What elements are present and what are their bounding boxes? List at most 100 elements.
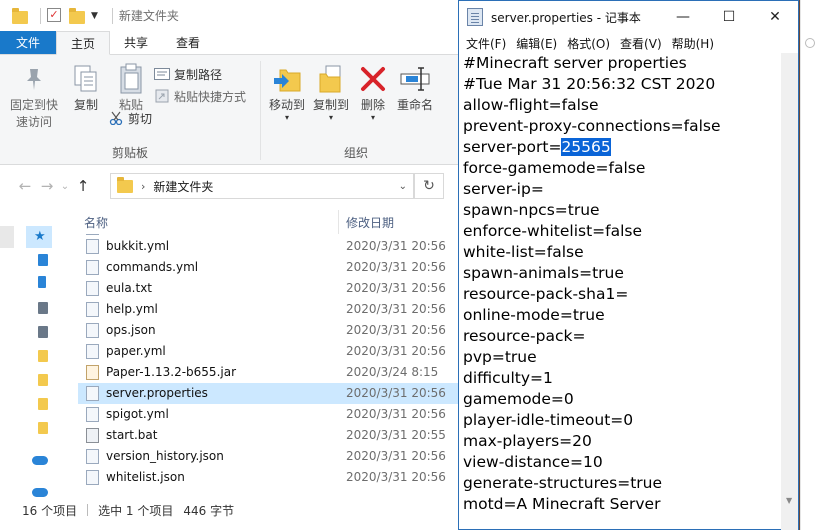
breadcrumb-folder[interactable]: 新建文件夹 xyxy=(153,178,213,195)
onedrive-icon[interactable] xyxy=(32,456,48,465)
file-name: paper.yml xyxy=(106,344,166,358)
column-divider[interactable] xyxy=(338,210,339,234)
file-row[interactable]: paper.yml 2020/3/31 20:56 xyxy=(78,341,460,362)
text-line: motd=A Minecraft Server xyxy=(463,495,661,513)
file-row[interactable]: bukkit.yml 2020/3/31 20:56 xyxy=(78,236,460,257)
text-line: generate-structures=true xyxy=(463,474,663,492)
help-icon[interactable] xyxy=(805,38,815,48)
desktop-icon[interactable] xyxy=(38,254,48,266)
column-name[interactable]: 名称 xyxy=(84,214,108,231)
address-bar[interactable]: › 新建文件夹 ⌄ xyxy=(110,173,414,199)
tab-home[interactable]: 主页 xyxy=(56,31,111,55)
explorer-window: ✓ ▼ 新建文件夹 文件 主页 共享 查看 固定到快 速访问 复制 粘贴 复制路… xyxy=(0,0,460,530)
close-button[interactable]: ✕ xyxy=(752,1,798,33)
refresh-button[interactable]: ↻ xyxy=(414,173,444,199)
text-line: white-list=false xyxy=(463,243,584,261)
text-line: view-distance=10 xyxy=(463,453,603,471)
close-icon: ✕ xyxy=(769,9,781,25)
text-line: #Minecraft server properties xyxy=(463,54,687,72)
properties-icon[interactable]: ✓ xyxy=(47,7,63,24)
minimize-icon: — xyxy=(676,9,690,25)
quick-access-nav-item[interactable]: ★ xyxy=(26,226,52,248)
notepad-scrollbar[interactable]: ▼ xyxy=(781,53,798,530)
text-line: gamemode=0 xyxy=(463,390,574,408)
window-controls: — ☐ ✕ xyxy=(660,1,798,33)
file-row[interactable]: server.properties 2020/3/31 20:56 xyxy=(78,383,460,404)
forward-arrow-icon[interactable]: → xyxy=(36,177,58,195)
onedrive-icon[interactable] xyxy=(32,488,48,497)
file-row[interactable]: ops.json 2020/3/31 20:56 xyxy=(78,320,460,341)
selected-text[interactable]: 25565 xyxy=(561,138,611,156)
file-row[interactable]: Paper-1.13.2-b655.jar 2020/3/24 8:15 xyxy=(78,362,460,383)
quick-access-dropdown-icon[interactable]: ▼ xyxy=(91,11,98,21)
copy-path-icon xyxy=(154,67,170,81)
file-row[interactable]: eula.txt 2020/3/31 20:56 xyxy=(78,278,460,299)
explorer-titlebar: ✓ ▼ 新建文件夹 xyxy=(0,0,460,31)
paste-shortcut-button[interactable]: 粘贴快捷方式 xyxy=(154,85,246,107)
file-name: server.properties xyxy=(106,386,208,400)
nav-scrollbar[interactable] xyxy=(0,226,14,248)
downloads-icon[interactable] xyxy=(38,276,46,288)
scroll-down-icon[interactable]: ▼ xyxy=(786,496,792,505)
cut-label: 剪切 xyxy=(128,111,153,126)
text-line: pvp=true xyxy=(463,348,537,366)
menu-view[interactable]: 查看(V) xyxy=(615,35,667,52)
file-row[interactable]: commands.yml 2020/3/31 20:56 xyxy=(78,257,460,278)
recent-dropdown-icon[interactable]: ⌄ xyxy=(58,181,72,192)
delete-label: 删除 xyxy=(360,98,385,112)
file-row[interactable]: help.yml 2020/3/31 20:56 xyxy=(78,299,460,320)
status-separator xyxy=(87,504,89,516)
nav-folder-icon[interactable] xyxy=(38,374,48,386)
text-line: force-gamemode=false xyxy=(463,159,646,177)
new-folder-icon[interactable] xyxy=(69,7,85,24)
document-file-icon xyxy=(86,449,99,464)
file-row[interactable]: start.bat 2020/3/31 20:55 xyxy=(78,425,460,446)
nav-folder-icon[interactable] xyxy=(38,422,48,434)
up-arrow-icon[interactable]: ↑ xyxy=(72,177,94,195)
column-header: ^ 名称 修改日期 xyxy=(78,210,460,234)
selection-count: 选中 1 个项目 xyxy=(98,503,174,518)
file-row[interactable]: whitelist.json 2020/3/31 20:56 xyxy=(78,467,460,488)
document-file-icon xyxy=(86,239,99,254)
back-arrow-icon[interactable]: ← xyxy=(14,177,36,195)
notepad-icon xyxy=(467,8,483,26)
copy-to-icon xyxy=(315,63,347,95)
folder-icon xyxy=(117,176,133,193)
column-date[interactable]: 修改日期 xyxy=(346,214,394,231)
delete-x-icon xyxy=(357,63,389,95)
text-line: resource-pack-sha1= xyxy=(463,285,629,303)
pictures-icon[interactable] xyxy=(38,326,48,338)
paste-shortcut-label: 粘贴快捷方式 xyxy=(174,89,247,104)
maximize-icon: ☐ xyxy=(722,9,736,25)
tab-view[interactable]: 查看 xyxy=(162,31,214,54)
copy-to-label: 复制到 xyxy=(312,98,349,112)
nav-folder-icon[interactable] xyxy=(38,398,48,410)
move-to-label: 移动到 xyxy=(268,98,305,112)
copy-path-button[interactable]: 复制路径 xyxy=(154,63,246,85)
rename-label: 重命名 xyxy=(396,98,433,112)
document-file-icon xyxy=(86,323,99,338)
file-row[interactable]: spigot.yml 2020/3/31 20:56 xyxy=(78,404,460,425)
minimize-button[interactable]: — xyxy=(660,1,706,33)
notepad-text-area[interactable]: #Minecraft server properties #Tue Mar 31 … xyxy=(459,53,784,530)
documents-icon[interactable] xyxy=(38,302,48,314)
cut-button[interactable]: 剪切 xyxy=(108,107,246,129)
nav-folder-icon[interactable] xyxy=(38,350,48,362)
text-line: resource-pack= xyxy=(463,327,586,345)
tab-share[interactable]: 共享 xyxy=(110,31,162,54)
menu-file[interactable]: 文件(F) xyxy=(461,35,511,52)
menu-help[interactable]: 帮助(H) xyxy=(667,35,719,52)
menu-edit[interactable]: 编辑(E) xyxy=(511,35,562,52)
file-date: 2020/3/31 20:56 xyxy=(346,302,446,316)
address-dropdown-icon[interactable]: ⌄ xyxy=(399,181,407,192)
jar-file-icon xyxy=(86,365,99,380)
notepad-titlebar[interactable]: server.properties - 记事本 — ☐ ✕ xyxy=(459,1,798,33)
file-row[interactable]: version_history.json 2020/3/31 20:56 xyxy=(78,446,460,467)
file-date: 2020/3/31 20:55 xyxy=(346,428,446,442)
maximize-button[interactable]: ☐ xyxy=(706,1,752,33)
tab-file[interactable]: 文件 xyxy=(0,31,57,54)
menu-format[interactable]: 格式(O) xyxy=(562,35,615,52)
delete-dropdown-icon: ▾ xyxy=(370,113,375,122)
file-name: spigot.yml xyxy=(106,407,169,421)
file-name: whitelist.json xyxy=(106,470,185,484)
